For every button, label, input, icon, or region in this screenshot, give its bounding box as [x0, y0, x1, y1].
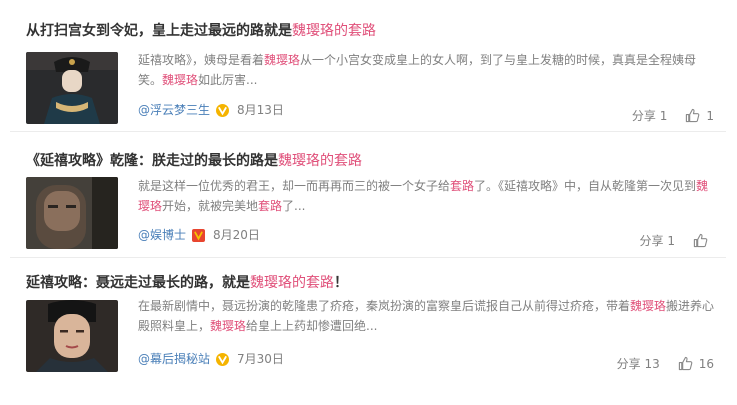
title-text: 延禧攻略：聂远走过最长的路，就是 [26, 275, 250, 291]
summary-text: 了... [282, 199, 306, 213]
title-text: 从打扫宫女到令妃，皇上走过最远的路就是 [26, 23, 292, 39]
title-text: 《延禧攻略》乾隆：朕走过的最长的路是 [26, 153, 278, 169]
post-date: 8月20日 [213, 228, 260, 242]
red-v-badge-icon [192, 228, 206, 242]
summary-text: 了。《延禧攻略》中，自从乾隆第一次见到 [474, 179, 697, 193]
author-link[interactable]: @娱博士 [138, 226, 186, 244]
article-meta: @幕后揭秘站 7月30日 [138, 350, 284, 368]
summary-text: 延禧攻略》，姨母是看着 [138, 53, 265, 67]
article-thumbnail[interactable] [26, 177, 118, 249]
summary-text: 就是这样一位优秀的君王，却一而再再而三的被一个女子给 [138, 179, 451, 193]
share-button[interactable]: 分享 1 [632, 107, 667, 124]
title-highlight: 魏璎珞的套路 [250, 275, 334, 291]
article-title-link[interactable]: 《延禧攻略》乾隆：朕走过的最长的路是魏璎珞的套路 [26, 152, 362, 170]
like-count: 1 [706, 108, 714, 123]
post-date: 7月30日 [237, 352, 284, 366]
title-highlight: 魏璎珞的套路 [278, 153, 362, 169]
gold-v-badge-icon [216, 352, 230, 366]
article-summary: 延禧攻略》，姨母是看着魏璎珞从一个小宫女变成皇上的女人啊，到了与皇上发糖的时候，… [138, 50, 718, 90]
article-meta: @娱博士 8月20日 [138, 226, 260, 244]
article-actions: 分享 1 [640, 232, 714, 249]
keyword-highlight: 套路 [450, 179, 475, 193]
article-actions: 分享 1 1 [632, 107, 714, 124]
keyword-highlight: 魏璎珞 [630, 299, 667, 313]
thumbs-up-icon [686, 108, 700, 123]
keyword-highlight: 魏璎珞 [162, 73, 199, 87]
article-title-link[interactable]: 延禧攻略：聂远走过最长的路，就是魏璎珞的套路！ [26, 274, 348, 292]
summary-text: 在最新剧情中，聂远扮演的乾隆患了疥疮，秦岚扮演的富察皇后谎报自己从前得过疥疮，带… [138, 299, 631, 313]
like-button[interactable] [693, 233, 714, 248]
keyword-highlight: 魏璎珞 [264, 53, 301, 67]
keyword-highlight: 套路 [258, 199, 283, 213]
title-highlight: 魏璎珞的套路 [292, 23, 376, 39]
summary-text: 如此厉害... [198, 73, 258, 87]
thumbs-up-icon [693, 233, 708, 248]
article-card: 从打扫宫女到令妃，皇上走过最远的路就是魏璎珞的套路 延禧攻略》，姨母是看着魏璎珞… [10, 0, 726, 132]
article-summary: 就是这样一位优秀的君王，却一而再再而三的被一个女子给套路了。《延禧攻略》中，自从… [138, 176, 718, 216]
article-summary: 在最新剧情中，聂远扮演的乾隆患了疥疮，秦岚扮演的富察皇后谎报自己从前得过疥疮，带… [138, 296, 718, 336]
title-suffix: ！ [334, 275, 348, 291]
author-link[interactable]: @幕后揭秘站 [138, 350, 210, 368]
article-feed: 从打扫宫女到令妃，皇上走过最远的路就是魏璎珞的套路 延禧攻略》，姨母是看着魏璎珞… [0, 0, 737, 405]
like-button[interactable]: 16 [678, 356, 714, 371]
article-card: 延禧攻略：聂远走过最长的路，就是魏璎珞的套路！ 在最新剧情中，聂远扮演的乾隆患了… [10, 258, 726, 398]
keyword-highlight: 魏璎珞 [210, 319, 247, 333]
summary-text: 开始，就被完美地 [162, 199, 259, 213]
like-count: 16 [698, 356, 714, 371]
thumbs-up-icon [678, 356, 693, 371]
author-link[interactable]: @浮云梦三生 [138, 101, 210, 119]
article-card: 《延禧攻略》乾隆：朕走过的最长的路是魏璎珞的套路 就是这样一位优秀的君王，却一而… [10, 132, 726, 258]
share-button[interactable]: 分享 13 [617, 355, 660, 372]
like-button[interactable]: 1 [685, 108, 714, 123]
post-date: 8月13日 [237, 103, 284, 117]
gold-v-badge-icon [216, 103, 230, 117]
article-meta: @浮云梦三生 8月13日 [138, 101, 284, 119]
summary-text: 给皇上上药却惨遭回绝... [246, 319, 378, 333]
article-actions: 分享 13 16 [617, 355, 714, 372]
share-button[interactable]: 分享 1 [640, 232, 675, 249]
article-thumbnail[interactable] [26, 300, 118, 372]
article-thumbnail[interactable] [26, 52, 118, 124]
article-title-link[interactable]: 从打扫宫女到令妃，皇上走过最远的路就是魏璎珞的套路 [26, 22, 376, 40]
